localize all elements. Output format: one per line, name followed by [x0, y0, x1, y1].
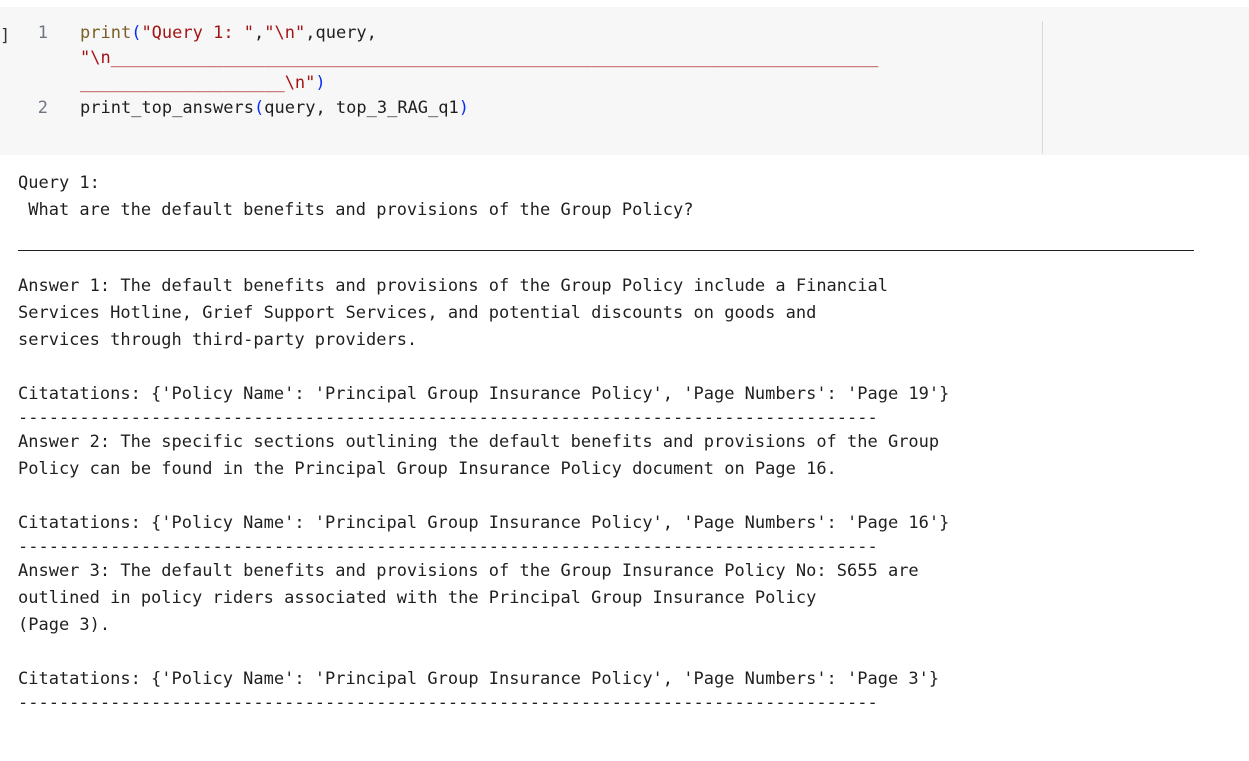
code-token-function: print_top_answers [80, 98, 254, 118]
line-number: 1 [37, 23, 48, 43]
code-token-comma: , [366, 23, 377, 43]
answer-line: outlined in policy riders associated wit… [18, 588, 817, 608]
code-token-string: "\n_____________________________________… [80, 48, 879, 68]
query-divider [18, 250, 1194, 251]
answer-block-3: Answer 3: The default benefits and provi… [18, 558, 1228, 714]
code-token-comma: , [254, 23, 265, 43]
code-token-variable: query [264, 98, 316, 118]
answer-line: Services Hotline, Grief Support Services… [18, 303, 817, 323]
answer-line: (Page 3). [18, 615, 111, 635]
answer-line: services through third-party providers. [18, 330, 418, 350]
answer-line: Answer 1: The default benefits and provi… [18, 276, 888, 296]
answer-block-2: Answer 2: The specific sections outlinin… [18, 429, 1228, 558]
code-token-string: ____________________\n" [80, 73, 316, 93]
citation-line: Citatations: {'Policy Name': 'Principal … [18, 384, 950, 404]
answer-separator: ----------------------------------------… [18, 693, 878, 713]
citation-line: Citatations: {'Policy Name': 'Principal … [18, 669, 940, 689]
code-token-string: "\n" [264, 23, 306, 43]
code-token-variable: query [315, 23, 367, 43]
code-token-function: print [80, 23, 132, 43]
line-number: 2 [37, 98, 48, 118]
cell-output: Query 1: What are the default benefits a… [18, 170, 1228, 714]
code-token-string: "Query 1: " [141, 23, 255, 43]
code-token-paren: ) [315, 73, 326, 93]
answer-block-1: Answer 1: The default benefits and provi… [18, 273, 1228, 429]
answer-line: Answer 2: The specific sections outlinin… [18, 432, 940, 452]
code-token-paren: ( [131, 23, 142, 43]
citation-line: Citatations: {'Policy Name': 'Principal … [18, 513, 950, 533]
code-token-comma: , [315, 98, 336, 118]
code-editor[interactable]: 1 print("Query 1: ","\n",query, "\n______… [24, 21, 1043, 154]
cell-execution-bracket: ] [0, 26, 11, 46]
code-token-comma: , [305, 23, 316, 43]
answer-separator: ----------------------------------------… [18, 537, 878, 557]
answer-separator: ----------------------------------------… [18, 408, 878, 428]
code-cell[interactable]: ] 1 print("Query 1: ","\n",query, "\n____… [0, 7, 1249, 155]
query-header: Query 1: [18, 173, 100, 193]
answer-line: Policy can be found in the Principal Gro… [18, 459, 837, 479]
query-text: What are the default benefits and provis… [18, 200, 694, 220]
code-token-variable: top_3_RAG_q1 [335, 98, 459, 118]
code-token-paren: ) [458, 98, 469, 118]
answer-line: Answer 3: The default benefits and provi… [18, 561, 919, 581]
code-token-paren: ( [254, 98, 265, 118]
